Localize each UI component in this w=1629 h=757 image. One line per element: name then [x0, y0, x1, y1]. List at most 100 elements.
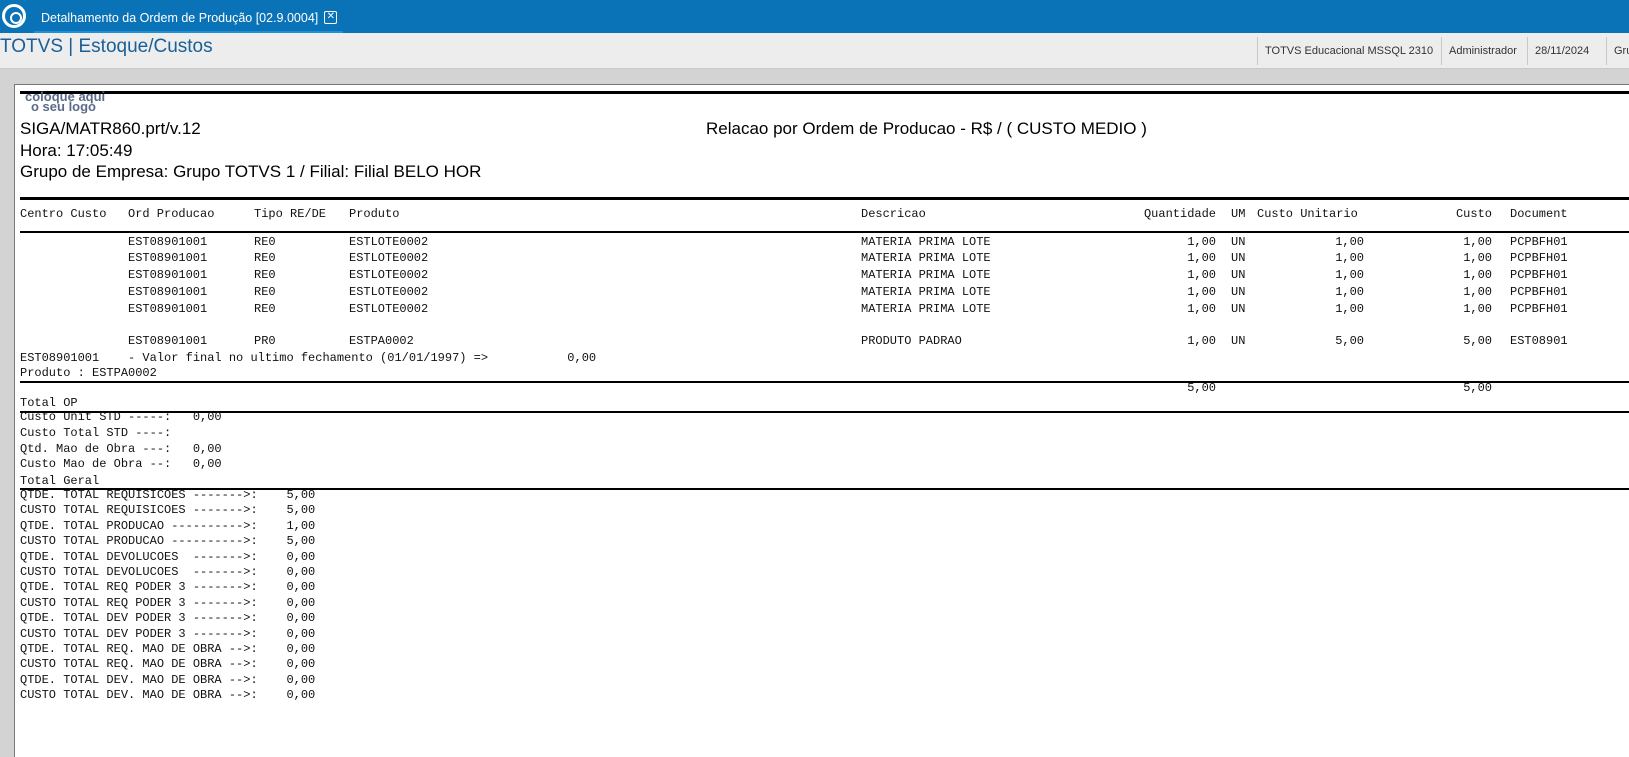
product-line: Produto : ESTPA0002	[20, 366, 157, 380]
total-geral-line: QTDE. TOTAL DEVOLUCOES ------->: 0,00	[20, 549, 316, 564]
std-line: Custo Total STD ----:	[20, 426, 172, 440]
cell-custo: 1,00	[1463, 285, 1492, 299]
cell-um: UN	[1231, 251, 1246, 265]
total-geral-line: CUSTO TOTAL DEVOLUCOES ------->: 0,00	[20, 565, 316, 579]
title-bar: Detalhamento da Ordem de Produção [02.9.…	[0, 0, 1629, 36]
cell-quantidade: 1,00	[1187, 251, 1216, 265]
total-quantidade: 5,00	[1187, 381, 1216, 395]
tab-detalhamento-op[interactable]: Detalhamento da Ordem de Produção [02.9.…	[34, 2, 344, 36]
divider	[20, 91, 1629, 94]
col-header-tipo: Tipo RE/DE	[254, 207, 327, 221]
date-label[interactable]: 28/11/2024	[1527, 37, 1606, 65]
col-header-produto: Produto	[349, 207, 400, 221]
cell-produto: ESTLOTE0002	[349, 235, 429, 249]
std-line: Custo Mao de Obra --: 0,00	[20, 457, 222, 471]
total-geral-line: CUSTO TOTAL REQUISICOES ------->: 5,00	[20, 503, 316, 518]
col-header-centro-custo: Centro Custo	[20, 207, 107, 221]
divider	[20, 411, 1629, 413]
totvs-logo-icon[interactable]	[2, 4, 26, 28]
total-geral-line: CUSTO TOTAL REQ PODER 3 ------->: 0,00	[20, 595, 316, 610]
cell-custo: 5,00	[1463, 334, 1492, 348]
total-geral-line: CUSTO TOTAL DEV PODER 3 ------->: 0,00	[20, 626, 316, 641]
cell-op: EST08901001	[128, 302, 208, 316]
cell-descricao: MATERIA PRIMA LOTE	[861, 251, 991, 265]
cell-quantidade: 1,00	[1187, 285, 1216, 299]
cell-custo-unit: 5,00	[1335, 334, 1364, 348]
cell-quantidade: 1,00	[1187, 235, 1216, 249]
report-time: Hora: 17:05:49	[20, 141, 133, 160]
total-geral-line: QTDE. TOTAL PRODUCAO ---------->: 1,00	[20, 518, 316, 533]
cell-custo-unit: 1,00	[1335, 235, 1364, 249]
cell-um: UN	[1231, 268, 1246, 282]
cell-tipo: RE0	[254, 302, 276, 316]
app-header: TOTVS | Estoque/Custos TOTVS Educacional…	[0, 33, 1629, 69]
cell-custo: 1,00	[1463, 235, 1492, 249]
cell-documento: PCPBFH01	[1510, 268, 1568, 282]
cell-quantidade: 1,00	[1187, 334, 1216, 348]
cell-custo-unit: 1,00	[1335, 268, 1364, 282]
col-header-descricao: Descricao	[861, 207, 926, 221]
total-geral-line: QTDE. TOTAL REQ PODER 3 ------->: 0,00	[20, 580, 316, 595]
tab-label: Detalhamento da Ordem de Produção [02.9.…	[41, 10, 319, 25]
cell-custo-unit: 1,00	[1335, 302, 1364, 316]
col-header-documento: Document	[1510, 207, 1568, 221]
total-geral-line: QTDE. TOTAL DEV. MAO DE OBRA -->: 0,00	[20, 672, 316, 687]
col-header-quantidade: Quantidade	[1143, 207, 1216, 221]
cell-custo: 1,00	[1463, 302, 1492, 316]
total-geral-line: CUSTO TOTAL PRODUCAO ---------->: 5,00	[20, 534, 316, 549]
cell-quantidade: 1,00	[1187, 302, 1216, 316]
group-label[interactable]: Gru	[1606, 37, 1629, 65]
std-line: Custo Unit STD -----: 0,00	[20, 410, 222, 424]
std-line: Qtd. Mao de Obra ---: 0,00	[20, 442, 222, 456]
cell-descricao: MATERIA PRIMA LOTE	[861, 268, 991, 282]
user-label[interactable]: Administrador	[1441, 37, 1527, 65]
cell-documento: PCPBFH01	[1510, 251, 1568, 265]
cell-produto: ESTLOTE0002	[349, 251, 429, 265]
cell-documento: PCPBFH01	[1510, 235, 1568, 249]
cell-um: UN	[1231, 302, 1246, 316]
total-custo: 5,00	[1463, 381, 1492, 395]
environment-label[interactable]: TOTVS Educacional MSSQL 2310	[1257, 37, 1441, 65]
cell-custo: 1,00	[1463, 251, 1492, 265]
cell-documento: PCPBFH01	[1510, 302, 1568, 316]
cell-tipo: RE0	[254, 235, 276, 249]
cell-op: EST08901001	[128, 334, 208, 348]
cell-quantidade: 1,00	[1187, 268, 1216, 282]
cell-tipo: PR0	[254, 334, 276, 348]
report-page: coloque aqui o seu logo SIGA/MATR860.prt…	[14, 84, 1629, 757]
cell-op: EST08901001	[128, 268, 208, 282]
total-op-label: Total OP	[20, 396, 78, 410]
total-geral-line: QTDE. TOTAL REQ. MAO DE OBRA -->: 0,00	[20, 642, 316, 656]
cell-descricao: MATERIA PRIMA LOTE	[861, 302, 991, 316]
col-header-custo-unitario: Custo Unitario	[1257, 207, 1358, 221]
total-geral-line: QTDE. TOTAL DEV PODER 3 ------->: 0,00	[20, 611, 316, 626]
cell-custo: 1,00	[1463, 268, 1492, 282]
final-value-line: EST08901001 - Valor final no ultimo fech…	[20, 351, 597, 365]
close-icon[interactable]: ✕	[324, 11, 338, 24]
divider	[20, 197, 1629, 200]
cell-descricao: MATERIA PRIMA LOTE	[861, 285, 991, 299]
app-title: TOTVS | Estoque/Custos	[0, 36, 213, 57]
cell-op: EST08901001	[128, 235, 208, 249]
logo-line-2: o seu logo	[31, 99, 96, 114]
col-header-custo: Custo	[1455, 207, 1492, 221]
divider	[20, 231, 1629, 233]
cell-descricao: MATERIA PRIMA LOTE	[861, 235, 991, 249]
cell-produto: ESTPA0002	[349, 334, 414, 348]
report-title: Relacao por Ordem de Producao - R$ / ( C…	[706, 119, 1147, 138]
cell-produto: ESTLOTE0002	[349, 268, 429, 282]
total-geral-line: CUSTO TOTAL REQ. MAO DE OBRA -->: 0,00	[20, 657, 316, 672]
cell-op: EST08901001	[128, 285, 208, 299]
cell-um: UN	[1231, 235, 1246, 249]
cell-documento: PCPBFH01	[1510, 285, 1568, 299]
cell-op: EST08901001	[128, 251, 208, 265]
total-geral-line: CUSTO TOTAL DEV. MAO DE OBRA -->: 0,00	[20, 688, 316, 703]
cell-um: UN	[1231, 285, 1246, 299]
cell-custo-unit: 1,00	[1335, 251, 1364, 265]
company-logo-placeholder: coloque aqui o seu logo	[25, 90, 105, 114]
company-info: Grupo de Empresa: Grupo TOTVS 1 / Filial…	[20, 162, 482, 181]
cell-produto: ESTLOTE0002	[349, 302, 429, 316]
cell-um: UN	[1231, 334, 1246, 348]
divider	[20, 381, 1629, 383]
cell-tipo: RE0	[254, 251, 276, 265]
